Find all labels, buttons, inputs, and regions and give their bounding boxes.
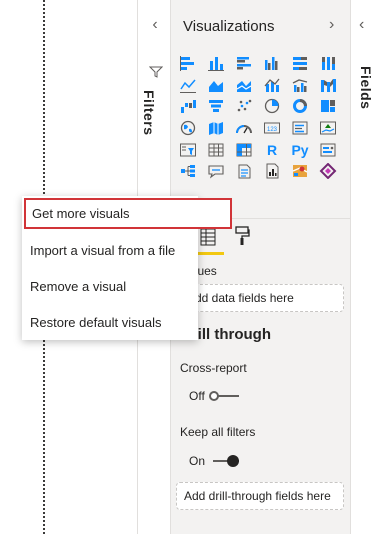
line-chart-icon[interactable] — [174, 74, 202, 96]
funnel-icon — [149, 66, 163, 78]
values-drop-zone[interactable]: Add data fields here — [176, 284, 344, 312]
pie-chart-icon[interactable] — [258, 95, 286, 117]
visualizations-title: Visualizations — [183, 18, 275, 35]
fields-label[interactable]: Fields — [358, 66, 374, 109]
visuals-context-menu: Get more visuals Import a visual from a … — [22, 196, 232, 340]
chevron-left-icon[interactable]: ‹ — [359, 16, 364, 34]
clustered-column-chart-icon[interactable] — [258, 52, 286, 74]
menu-item-import-visual-from-file[interactable]: Import a visual from a file — [22, 234, 198, 268]
stacked-area-chart-icon[interactable] — [230, 74, 258, 96]
chevron-right-icon[interactable]: › — [329, 16, 334, 34]
slicer-icon[interactable] — [174, 139, 202, 161]
drill-through-drop-zone[interactable]: Add drill-through fields here — [176, 482, 344, 510]
card-icon[interactable]: 123 — [258, 117, 286, 139]
r-script-visual-icon[interactable]: R — [258, 139, 286, 161]
keep-all-filters-state: On — [189, 454, 206, 468]
waterfall-chart-icon[interactable] — [174, 95, 202, 117]
line-and-clustered-column-chart-icon[interactable] — [286, 74, 314, 96]
chevron-left-icon[interactable]: ‹ — [147, 16, 163, 34]
svg-text:123: 123 — [267, 127, 278, 133]
100-stacked-column-chart-icon[interactable] — [314, 52, 342, 74]
filled-map-icon[interactable] — [202, 117, 230, 139]
100-stacked-bar-chart-icon[interactable] — [286, 52, 314, 74]
keep-all-filters-toggle[interactable]: On — [189, 454, 240, 468]
stacked-column-chart-icon[interactable] — [202, 52, 230, 74]
gauge-icon[interactable] — [230, 117, 258, 139]
multi-row-card-icon[interactable] — [286, 117, 314, 139]
scatter-chart-icon[interactable] — [230, 95, 258, 117]
python-visual-icon[interactable]: Py — [286, 139, 314, 161]
key-influencers-icon[interactable] — [314, 139, 342, 161]
ribbon-chart-icon[interactable] — [314, 74, 342, 96]
toggle-switch-on[interactable] — [209, 455, 240, 467]
q-and-a-icon[interactable] — [202, 160, 230, 182]
funnel-chart-icon[interactable] — [202, 95, 230, 117]
visual-gallery: 123 R Py — [174, 52, 344, 182]
donut-chart-icon[interactable] — [286, 95, 314, 117]
smart-narrative-icon[interactable] — [230, 160, 258, 182]
power-apps-icon[interactable] — [314, 160, 342, 182]
cross-report-state: Off — [189, 389, 205, 403]
keep-all-filters-label: Keep all filters — [180, 425, 256, 439]
decomposition-tree-icon[interactable] — [174, 160, 202, 182]
clustered-bar-chart-icon[interactable] — [230, 52, 258, 74]
matrix-icon[interactable] — [230, 139, 258, 161]
filters-label[interactable]: Filters — [141, 90, 157, 136]
active-tab-indicator — [198, 252, 224, 255]
stacked-bar-chart-icon[interactable] — [174, 52, 202, 74]
toggle-switch-off[interactable] — [208, 390, 239, 402]
map-icon[interactable] — [174, 117, 202, 139]
table-icon[interactable] — [202, 139, 230, 161]
line-and-stacked-column-chart-icon[interactable] — [258, 74, 286, 96]
menu-item-get-more-visuals[interactable]: Get more visuals — [24, 198, 232, 229]
paint-roller-icon[interactable] — [234, 226, 250, 246]
cross-report-label: Cross-report — [180, 361, 247, 375]
menu-item-remove-visual[interactable]: Remove a visual — [22, 270, 198, 304]
cross-report-toggle[interactable]: Off — [189, 389, 239, 403]
azure-map-icon[interactable] — [286, 160, 314, 182]
paginated-report-icon[interactable] — [258, 160, 286, 182]
visualizations-pane: Visualizations › 123 R Py Values Add dat… — [171, 0, 351, 534]
treemap-icon[interactable] — [314, 95, 342, 117]
kpi-icon[interactable] — [314, 117, 342, 139]
area-chart-icon[interactable] — [202, 74, 230, 96]
fields-tab-icon[interactable] — [200, 228, 216, 246]
fields-pane: ‹ Fields — [352, 0, 382, 534]
menu-item-restore-default-visuals[interactable]: Restore default visuals — [22, 306, 198, 340]
